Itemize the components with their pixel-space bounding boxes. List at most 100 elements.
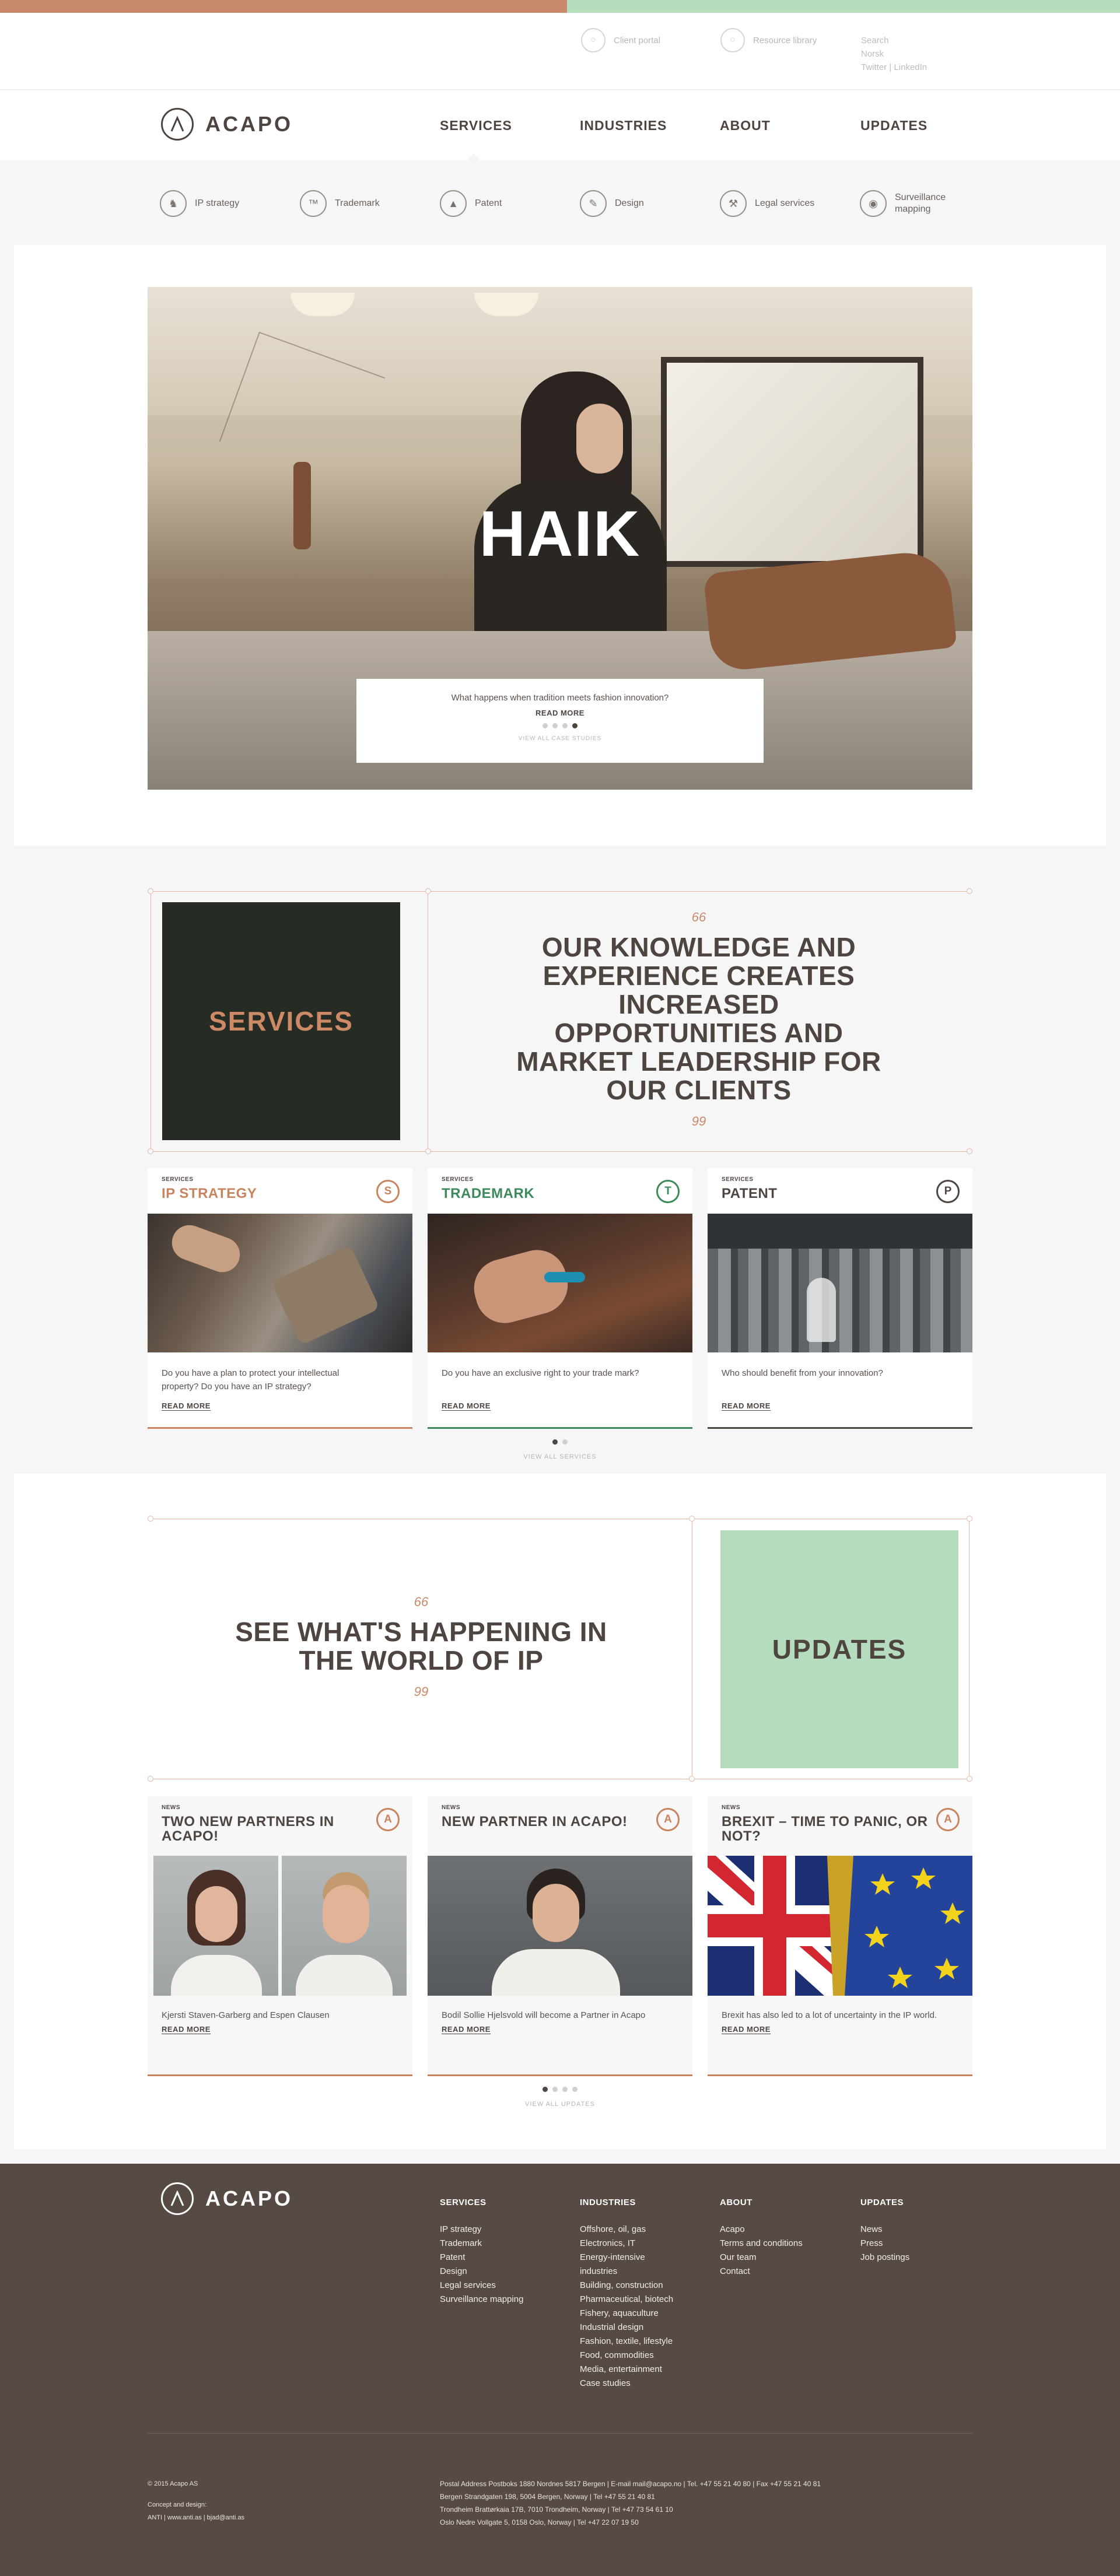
footer-link[interactable]: Industrial design bbox=[580, 2321, 673, 2335]
footer-link[interactable]: Media, entertainment bbox=[580, 2363, 673, 2377]
card-read-more-link[interactable]: READ MORE bbox=[442, 2025, 491, 2034]
footer-link[interactable]: Fishery, aquaculture bbox=[580, 2307, 673, 2321]
slider-dot[interactable] bbox=[552, 723, 558, 728]
card-text: property? Do you have an IP strategy? bbox=[162, 1382, 312, 1392]
footer-logo[interactable]: ACAPO bbox=[161, 2182, 293, 2215]
nav-services[interactable]: SERVICES bbox=[440, 118, 512, 134]
slider-dot[interactable] bbox=[572, 2087, 578, 2092]
card-read-more-link[interactable]: READ MORE bbox=[162, 1401, 211, 1411]
copyright-text: © 2015 Acapo AS bbox=[148, 2480, 198, 2487]
subnav-trademark[interactable]: ™ Trademark bbox=[300, 190, 380, 217]
footer-link[interactable]: Food, commodities bbox=[580, 2349, 673, 2363]
slider-dot[interactable] bbox=[562, 2087, 568, 2092]
utility-bar: ○ Client portal ○ Resource library Searc… bbox=[0, 13, 1120, 90]
footer-link[interactable]: Building, construction bbox=[580, 2279, 673, 2293]
gavel-icon: ⚒ bbox=[720, 190, 747, 217]
card-title: BREXIT – TIME TO PANIC, OR bbox=[722, 1814, 928, 1830]
slider-dot-active[interactable] bbox=[542, 2087, 548, 2092]
address-line: Trondheim Brattørkaia 17B, 7010 Trondhei… bbox=[440, 2505, 673, 2514]
service-card-trademark[interactable]: SERVICES TRADEMARK T Do you have an excl… bbox=[428, 1168, 692, 1429]
hero-question: What happens when tradition meets fashio… bbox=[451, 693, 669, 703]
slider-dot-active[interactable] bbox=[572, 723, 578, 728]
nav-about[interactable]: ABOUT bbox=[720, 118, 771, 134]
news-badge-icon: A bbox=[376, 1808, 400, 1831]
slider-dot[interactable] bbox=[552, 2087, 558, 2092]
footer-link[interactable]: Contact bbox=[720, 2265, 803, 2279]
footer-link[interactable]: Job postings bbox=[860, 2251, 909, 2265]
slider-dot-active[interactable] bbox=[552, 1439, 558, 1445]
resource-library-link[interactable]: ○ Resource library bbox=[720, 28, 817, 52]
subnav-ip-strategy[interactable]: ♞ IP strategy bbox=[160, 190, 239, 217]
twitter-link[interactable]: Twitter bbox=[861, 62, 887, 72]
news-card-new-partner[interactable]: NEWS NEW PARTNER IN ACAPO! A Bodil Solli… bbox=[428, 1796, 692, 2076]
footer-link[interactable]: Pharmaceutical, biotech bbox=[580, 2293, 673, 2307]
client-portal-link[interactable]: ○ Client portal bbox=[581, 28, 660, 52]
footer-link[interactable]: Press bbox=[860, 2237, 909, 2251]
search-link[interactable]: Search bbox=[861, 34, 927, 47]
frame-corner bbox=[425, 888, 431, 894]
subnav-patent[interactable]: ▲ Patent bbox=[440, 190, 502, 217]
footer-link[interactable]: Acapo bbox=[720, 2223, 803, 2237]
footer-link[interactable]: Fashion, textile, lifestyle bbox=[580, 2335, 673, 2349]
address-line: Bergen Strandgaten 198, 5004 Bergen, Nor… bbox=[440, 2493, 655, 2501]
service-card-patent[interactable]: SERVICES PATENT P Who should benefit fro… bbox=[708, 1168, 972, 1429]
hero-title: HAIK bbox=[479, 498, 641, 570]
footer-link[interactable]: Offshore, oil, gas bbox=[580, 2223, 673, 2237]
hero-photo-face bbox=[576, 404, 623, 474]
footer-link[interactable]: Patent bbox=[440, 2251, 523, 2265]
linkedin-link[interactable]: LinkedIn bbox=[894, 62, 927, 72]
agency-link[interactable]: ANTI | www.anti.as | bjad@anti.as bbox=[148, 2511, 244, 2524]
subnav-legal-services[interactable]: ⚒ Legal services bbox=[720, 190, 814, 217]
footer-link[interactable]: Surveillance mapping bbox=[440, 2293, 523, 2307]
slider-dot[interactable] bbox=[562, 723, 568, 728]
nav-industries[interactable]: INDUSTRIES bbox=[580, 118, 667, 134]
service-card-ip-strategy[interactable]: SERVICES IP STRATEGY S Do you have a pla… bbox=[148, 1168, 412, 1429]
view-all-updates-link[interactable]: VIEW ALL UPDATES bbox=[0, 2101, 1120, 2108]
footer-link[interactable]: News bbox=[860, 2223, 909, 2237]
footer-col-title: SERVICES bbox=[440, 2198, 487, 2207]
card-read-more-link[interactable]: READ MORE bbox=[442, 1401, 491, 1411]
card-accent-bar bbox=[708, 2074, 972, 2076]
updates-tile[interactable]: UPDATES bbox=[720, 1530, 958, 1768]
frame-line bbox=[428, 1151, 970, 1152]
nav-updates[interactable]: UPDATES bbox=[860, 118, 928, 134]
service-badge-icon: P bbox=[936, 1180, 960, 1203]
card-read-more-link[interactable]: READ MORE bbox=[722, 1401, 771, 1411]
frame-corner bbox=[689, 1776, 695, 1782]
view-all-services-link[interactable]: VIEW ALL SERVICES bbox=[0, 1453, 1120, 1460]
footer-link[interactable]: Energy-intensive bbox=[580, 2251, 673, 2265]
footer-link[interactable]: Trademark bbox=[440, 2237, 523, 2251]
footer-link[interactable]: Design bbox=[440, 2265, 523, 2279]
brand-name: ACAPO bbox=[205, 112, 293, 136]
language-link[interactable]: Norsk bbox=[861, 47, 927, 61]
footer-link[interactable]: Legal services bbox=[440, 2279, 523, 2293]
footer-link[interactable]: Terms and conditions bbox=[720, 2237, 803, 2251]
footer-link[interactable]: IP strategy bbox=[440, 2223, 523, 2237]
news-card-brexit[interactable]: NEWS BREXIT – TIME TO PANIC, OR NOT? A B… bbox=[708, 1796, 972, 2076]
hero-read-more-link[interactable]: READ MORE bbox=[356, 709, 764, 717]
brand-logo[interactable]: ACAPO bbox=[161, 108, 293, 141]
frame-corner bbox=[148, 1516, 153, 1522]
services-tile[interactable]: SERVICES bbox=[162, 902, 400, 1140]
slider-dot[interactable] bbox=[542, 723, 548, 728]
footer-link[interactable]: Case studies bbox=[580, 2377, 673, 2391]
address-line: Oslo Nedre Vollgate 5, 0158 Oslo, Norway… bbox=[440, 2518, 639, 2526]
hero-case-study-slider[interactable]: HAIK What happens when tradition meets f… bbox=[148, 287, 972, 790]
view-all-case-studies-link[interactable]: VIEW ALL CASE STUDIES bbox=[356, 735, 764, 742]
subnav-design[interactable]: ✎ Design bbox=[580, 190, 644, 217]
card-read-more-link[interactable]: READ MORE bbox=[162, 2025, 211, 2034]
subnav-surveillance-mapping[interactable]: ◉ Surveillance mapping bbox=[860, 190, 946, 217]
footer-col-title: ABOUT bbox=[720, 2198, 752, 2207]
slider-dot[interactable] bbox=[562, 1439, 568, 1445]
patent-card-image bbox=[708, 1214, 972, 1352]
photo-shirt bbox=[492, 1949, 620, 1996]
hero-caption-card: What happens when tradition meets fashio… bbox=[356, 679, 764, 763]
card-read-more-link[interactable]: READ MORE bbox=[722, 2025, 771, 2034]
footer-link[interactable]: Our team bbox=[720, 2251, 803, 2265]
news-card-two-new-partners[interactable]: NEWS TWO NEW PARTNERS IN ACAPO! A Kjerst… bbox=[148, 1796, 412, 2076]
footer-link[interactable]: Electronics, IT bbox=[580, 2237, 673, 2251]
address-line: Postal Address Postboks 1880 Nordnes 581… bbox=[440, 2480, 821, 2488]
footer-link[interactable]: industries bbox=[580, 2265, 673, 2279]
card-title: NEW PARTNER IN ACAPO! bbox=[442, 1814, 628, 1830]
book-icon: ○ bbox=[720, 28, 745, 52]
